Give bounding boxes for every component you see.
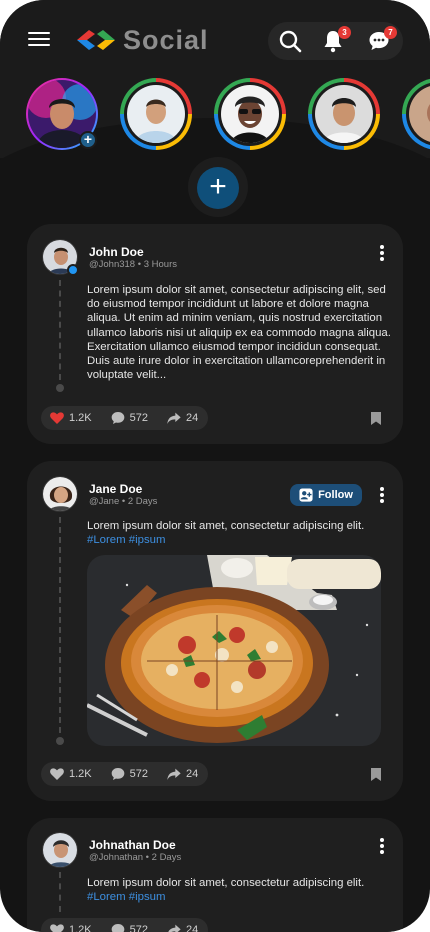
more-options-icon[interactable] bbox=[379, 244, 385, 262]
share-button[interactable]: 24 bbox=[166, 922, 198, 932]
heart-icon bbox=[50, 768, 64, 780]
header-actions: 3 7 bbox=[268, 22, 403, 60]
post-time: 2 Days bbox=[151, 852, 182, 863]
thread-line bbox=[59, 517, 61, 733]
app-logo: Social bbox=[75, 24, 209, 56]
hashtag-link[interactable]: #Lorem #ipsum bbox=[87, 891, 166, 903]
share-button[interactable]: 24 bbox=[166, 766, 198, 782]
comment-icon bbox=[111, 924, 124, 932]
bookmark-icon[interactable] bbox=[371, 412, 381, 425]
like-button[interactable]: 1.2K bbox=[49, 410, 92, 426]
comment-count: 572 bbox=[129, 412, 148, 424]
share-icon bbox=[167, 768, 181, 780]
author-handle: @Jane bbox=[89, 496, 120, 507]
author-avatar[interactable] bbox=[42, 832, 78, 868]
comment-count: 572 bbox=[129, 924, 148, 932]
create-post-button[interactable]: + bbox=[197, 167, 239, 209]
like-count: 1.2K bbox=[69, 924, 92, 932]
post-text: Lorem ipsum dolor sit amet, consectetur … bbox=[87, 519, 391, 547]
notification-badge: 3 bbox=[338, 26, 351, 39]
like-count: 1.2K bbox=[69, 768, 92, 780]
messages-icon[interactable]: 7 bbox=[367, 26, 397, 53]
share-button[interactable]: 24 bbox=[166, 410, 198, 426]
follow-label: Follow bbox=[318, 489, 353, 501]
post-text-content: Lorem ipsum dolor sit amet, consectetur … bbox=[87, 520, 365, 532]
post-actions: 1.2K 572 24 bbox=[41, 406, 209, 430]
thread-line bbox=[59, 872, 61, 912]
author-avatar[interactable] bbox=[42, 476, 78, 512]
comment-count: 572 bbox=[129, 768, 148, 780]
post-meta: @Johnathan • 2 Days bbox=[89, 852, 181, 863]
author-name[interactable]: John Doe bbox=[89, 245, 144, 259]
bookmark-icon[interactable] bbox=[371, 768, 381, 781]
heart-icon bbox=[50, 412, 64, 424]
thread-end-dot bbox=[56, 384, 64, 392]
thread-line bbox=[59, 280, 61, 380]
author-name[interactable]: Johnathan Doe bbox=[89, 838, 176, 852]
comment-button[interactable]: 572 bbox=[110, 766, 148, 782]
post-time: 2 Days bbox=[127, 496, 158, 507]
search-icon[interactable] bbox=[278, 29, 302, 53]
share-icon bbox=[168, 924, 181, 932]
story-avatar-2[interactable] bbox=[214, 78, 286, 150]
verified-badge-icon bbox=[67, 264, 79, 276]
story-avatar-3[interactable] bbox=[308, 78, 380, 150]
post-actions: 1.2K 572 24 bbox=[41, 918, 209, 932]
add-user-icon bbox=[299, 488, 313, 502]
post-actions: 1.2K 572 24 bbox=[41, 762, 209, 786]
post-text: Lorem ipsum dolor sit amet, consectetur … bbox=[87, 284, 391, 382]
author-name[interactable]: Jane Doe bbox=[89, 482, 142, 496]
post-image[interactable] bbox=[87, 555, 381, 746]
notification-bell-icon[interactable]: 3 bbox=[321, 26, 351, 53]
post-card: Jane Doe @Jane • 2 Days Follow Lorem ips… bbox=[27, 461, 403, 801]
story-avatar-1[interactable] bbox=[120, 78, 192, 150]
post-text: Lorem ipsum dolor sit amet, consectetur … bbox=[87, 876, 391, 904]
app-name: Social bbox=[123, 24, 209, 55]
app-screen: Social 3 7 + + John Doe @John318 • 3 Hou… bbox=[0, 0, 430, 932]
like-button[interactable]: 1.2K bbox=[49, 766, 92, 782]
author-handle: @Johnathan bbox=[89, 852, 144, 863]
more-options-icon[interactable] bbox=[379, 837, 385, 855]
heart-icon bbox=[50, 924, 64, 932]
post-meta: @John318 • 3 Hours bbox=[89, 259, 177, 270]
author-handle: @John318 bbox=[89, 259, 136, 270]
pizza-photo bbox=[87, 555, 381, 746]
post-meta: @Jane • 2 Days bbox=[89, 496, 157, 507]
share-icon bbox=[167, 412, 181, 424]
post-card: Johnathan Doe @Johnathan • 2 Days Lorem … bbox=[27, 818, 403, 932]
comment-button[interactable]: 572 bbox=[110, 410, 148, 426]
messages-badge: 7 bbox=[384, 26, 397, 39]
comment-button[interactable]: 572 bbox=[110, 922, 148, 932]
like-count: 1.2K bbox=[69, 412, 92, 424]
follow-button[interactable]: Follow bbox=[290, 484, 362, 506]
post-text-content: Lorem ipsum dolor sit amet, consectetur … bbox=[87, 877, 365, 889]
logo-mark-icon bbox=[77, 30, 115, 50]
add-story-button[interactable]: + bbox=[79, 131, 97, 149]
menu-icon[interactable] bbox=[28, 30, 50, 48]
hashtag-link[interactable]: #Lorem #ipsum bbox=[87, 534, 166, 546]
comment-icon bbox=[111, 412, 124, 424]
like-button[interactable]: 1.2K bbox=[49, 922, 92, 932]
thread-end-dot bbox=[56, 737, 64, 745]
share-count: 24 bbox=[186, 924, 199, 932]
post-time: 3 Hours bbox=[143, 259, 177, 270]
more-options-icon[interactable] bbox=[379, 486, 385, 504]
comment-icon bbox=[111, 768, 124, 780]
share-count: 24 bbox=[186, 412, 199, 424]
share-count: 24 bbox=[186, 768, 199, 780]
post-card: John Doe @John318 • 3 Hours Lorem ipsum … bbox=[27, 224, 403, 444]
